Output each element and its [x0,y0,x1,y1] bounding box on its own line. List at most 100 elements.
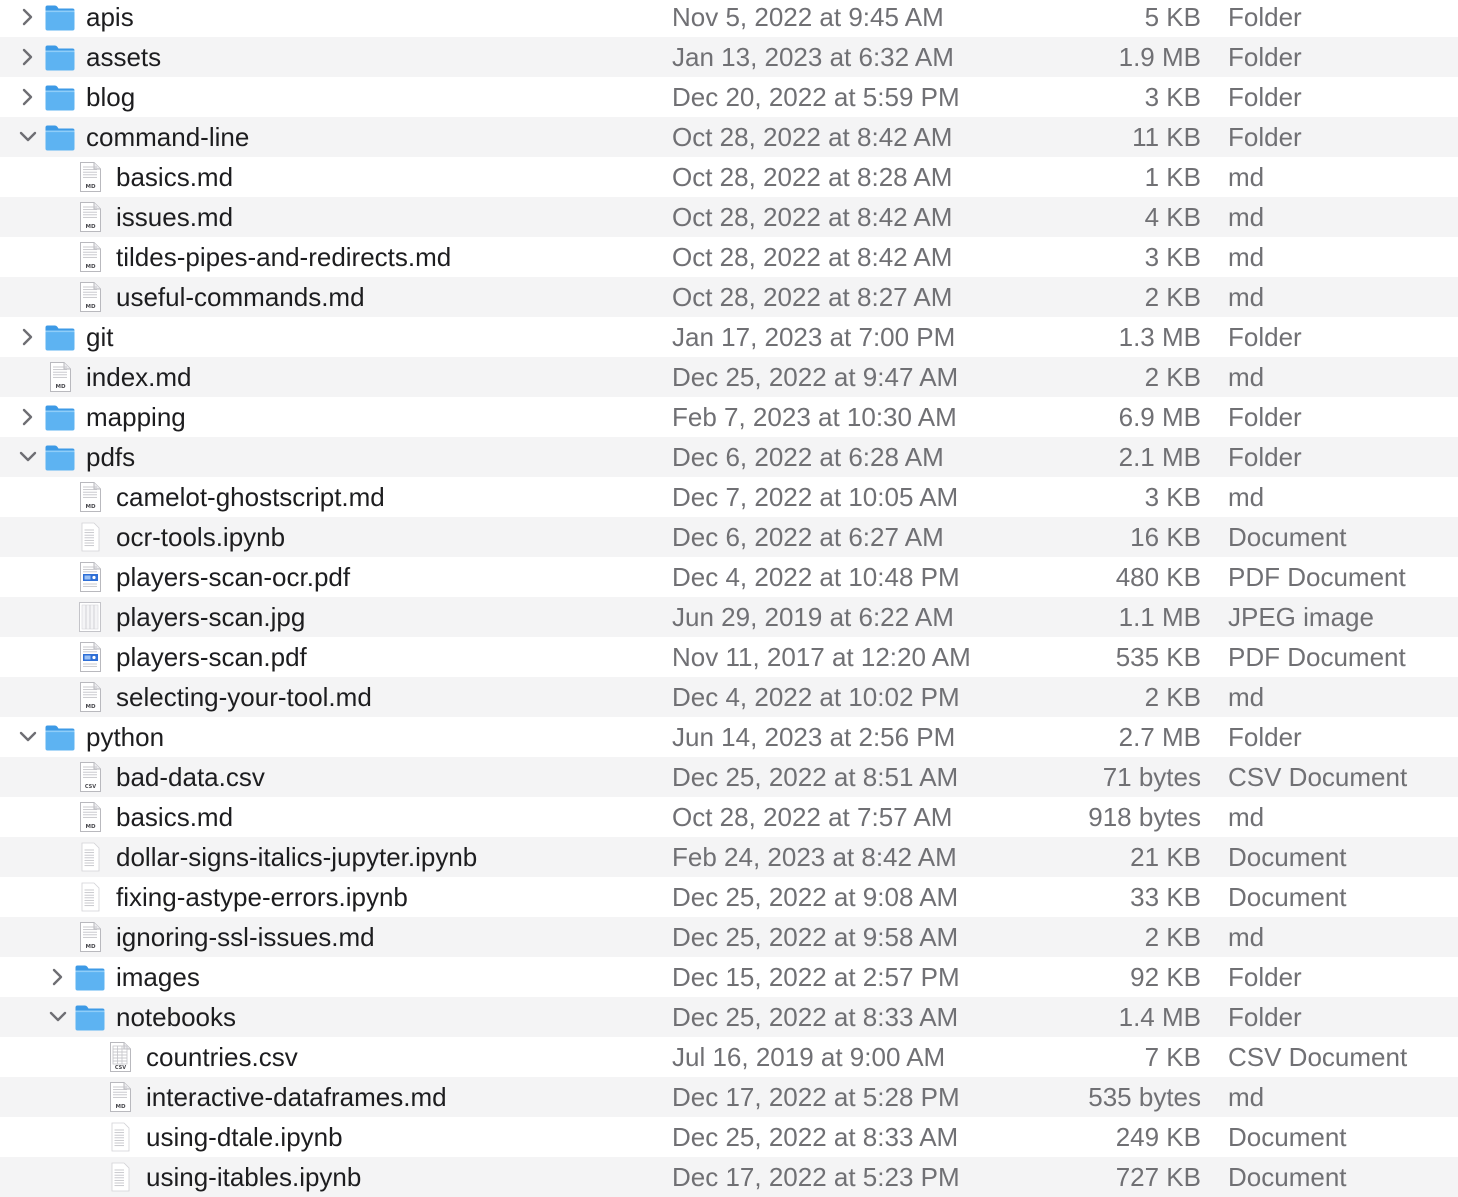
markdown-file-icon: MD [74,281,106,313]
folder-icon [44,321,76,353]
file-name[interactable]: camelot-ghostscript.md [116,477,385,517]
file-name[interactable]: command-line [86,117,249,157]
chevron-right-icon[interactable] [49,957,67,997]
file-kind: md [1228,802,1265,832]
file-row[interactable]: players-scan-ocr.pdf Dec 4, 2022 at 10:48… [0,557,1458,597]
file-row[interactable]: players-scan.jpg Jun 29, 2019 at 6:22 AM 1… [0,597,1458,637]
chevron-right-icon[interactable] [19,77,37,117]
file-name[interactable]: index.md [86,357,192,397]
file-kind: JPEG image [1228,602,1374,632]
file-name[interactable]: tildes-pipes-and-redirects.md [116,237,451,277]
file-name[interactable]: python [86,717,164,757]
date-modified: Jan 17, 2023 at 7:00 PM [672,322,956,352]
file-row[interactable]: using-itables.ipynb Dec 17, 2022 at 5:23 … [0,1157,1458,1197]
file-kind: Folder [1228,42,1302,72]
name-cell: git [0,317,660,357]
folder-row[interactable]: assets Jan 13, 2023 at 6:32 AM 1.9 MB Folde… [0,37,1458,77]
file-name[interactable]: blog [86,77,135,117]
file-name[interactable]: fixing-astype-errors.ipynb [116,877,408,917]
file-kind: Folder [1228,402,1302,432]
name-cell: MD ignoring-ssl-issues.md [0,917,660,957]
file-size: 480 KB [1115,562,1201,592]
file-kind: md [1228,922,1265,952]
file-name[interactable]: basics.md [116,797,233,837]
file-row[interactable]: ocr-tools.ipynb Dec 6, 2022 at 6:27 AM 16 … [0,517,1458,557]
file-name[interactable]: players-scan.jpg [116,597,305,637]
chevron-right-icon[interactable] [19,37,37,77]
date-modified: Oct 28, 2022 at 8:42 AM [672,202,953,232]
file-name[interactable]: git [86,317,113,357]
file-row[interactable]: dollar-signs-italics-jupyter.ipynb Feb 24… [0,837,1458,877]
file-row[interactable]: MD index.md Dec 25, 2022 at 9:47 AM 2 KB md [0,357,1458,397]
file-size: 6.9 MB [1118,402,1201,432]
file-name[interactable]: using-itables.ipynb [146,1157,361,1197]
file-row[interactable]: MD useful-commands.md Oct 28, 2022 at 8:27… [0,277,1458,317]
date-modified: Dec 17, 2022 at 5:28 PM [672,1082,960,1112]
file-row[interactable]: MD tildes-pipes-and-redirects.md Oct 28, 2… [0,237,1458,277]
file-name[interactable]: pdfs [86,437,135,477]
file-name[interactable]: dollar-signs-italics-jupyter.ipynb [116,837,477,877]
file-kind: Folder [1228,122,1302,152]
chevron-right-icon[interactable] [19,397,37,437]
file-name[interactable]: selecting-your-tool.md [116,677,372,717]
chevron-down-icon[interactable] [19,117,37,157]
folder-row[interactable]: pdfs Dec 6, 2022 at 6:28 AM 2.1 MB Folder [0,437,1458,477]
svg-text:MD: MD [85,704,95,710]
chevron-down-icon[interactable] [49,997,67,1037]
svg-text:MD: MD [55,384,65,390]
date-modified: Nov 11, 2017 at 12:20 AM [672,642,971,672]
file-name[interactable]: bad-data.csv [116,757,265,797]
name-cell: players-scan-ocr.pdf [0,557,660,597]
file-name[interactable]: ocr-tools.ipynb [116,517,285,557]
file-row[interactable]: CSV bad-data.csv Dec 25, 2022 at 8:51 AM 71… [0,757,1458,797]
file-name[interactable]: assets [86,37,161,77]
file-name[interactable]: players-scan.pdf [116,637,307,677]
file-size: 5 KB [1144,2,1201,32]
file-name[interactable]: interactive-dataframes.md [146,1077,447,1117]
file-name[interactable]: ignoring-ssl-issues.md [116,917,375,957]
folder-row[interactable]: mapping Feb 7, 2023 at 10:30 AM 6.9 MB Fold… [0,397,1458,437]
file-name[interactable]: using-dtale.ipynb [146,1117,343,1157]
svg-text:MD: MD [85,824,95,830]
file-row[interactable]: CSV countries.csv Jul 16, 2019 at 9:00 AM 7… [0,1037,1458,1077]
file-row[interactable]: MD interactive-dataframes.md Dec 17, 2022 … [0,1077,1458,1117]
folder-row[interactable]: apis Nov 5, 2022 at 9:45 AM 5 KB Folder [0,0,1458,37]
date-modified: Dec 25, 2022 at 8:51 AM [672,762,959,792]
file-row[interactable]: fixing-astype-errors.ipynb Dec 25, 2022 a… [0,877,1458,917]
file-row[interactable]: MD camelot-ghostscript.md Dec 7, 2022 at 1… [0,477,1458,517]
file-row[interactable]: MD basics.md Oct 28, 2022 at 8:28 AM 1 KB md [0,157,1458,197]
folder-row[interactable]: blog Dec 20, 2022 at 5:59 PM 3 KB Folder [0,77,1458,117]
folder-row[interactable]: python Jun 14, 2023 at 2:56 PM 2.7 MB Folde… [0,717,1458,757]
file-size: 1.1 MB [1118,602,1201,632]
chevron-down-icon[interactable] [19,717,37,757]
folder-row[interactable]: images Dec 15, 2022 at 2:57 PM 92 KB Folder [0,957,1458,997]
file-row[interactable]: players-scan.pdf Nov 11, 2017 at 12:20 AM… [0,637,1458,677]
file-name[interactable]: countries.csv [146,1037,298,1077]
file-name[interactable]: mapping [86,397,186,437]
file-name[interactable]: images [116,957,200,997]
folder-row[interactable]: git Jan 17, 2023 at 7:00 PM 1.3 MB Folder [0,317,1458,357]
file-name[interactable]: players-scan-ocr.pdf [116,557,350,597]
folder-row[interactable]: command-line Oct 28, 2022 at 8:42 AM 11 KB… [0,117,1458,157]
file-name[interactable]: apis [86,0,134,37]
folder-icon [44,41,76,73]
file-name[interactable]: notebooks [116,997,236,1037]
file-name[interactable]: issues.md [116,197,233,237]
svg-text:MD: MD [85,184,95,190]
name-cell: fixing-astype-errors.ipynb [0,877,660,917]
svg-text:MD: MD [85,264,95,270]
chevron-down-icon[interactable] [19,437,37,477]
markdown-file-icon: MD [74,161,106,193]
file-name[interactable]: basics.md [116,157,233,197]
file-row[interactable]: MD issues.md Oct 28, 2022 at 8:42 AM 4 KB md [0,197,1458,237]
folder-row[interactable]: notebooks Dec 25, 2022 at 8:33 AM 1.4 MB Fo… [0,997,1458,1037]
name-cell: CSV bad-data.csv [0,757,660,797]
file-row[interactable]: MD ignoring-ssl-issues.md Dec 25, 2022 at … [0,917,1458,957]
file-name[interactable]: useful-commands.md [116,277,365,317]
name-cell: MD basics.md [0,797,660,837]
file-row[interactable]: using-dtale.ipynb Dec 25, 2022 at 8:33 AM… [0,1117,1458,1157]
file-row[interactable]: MD basics.md Oct 28, 2022 at 7:57 AM 918 by… [0,797,1458,837]
file-row[interactable]: MD selecting-your-tool.md Dec 4, 2022 at 1… [0,677,1458,717]
chevron-right-icon[interactable] [19,0,37,37]
chevron-right-icon[interactable] [19,317,37,357]
